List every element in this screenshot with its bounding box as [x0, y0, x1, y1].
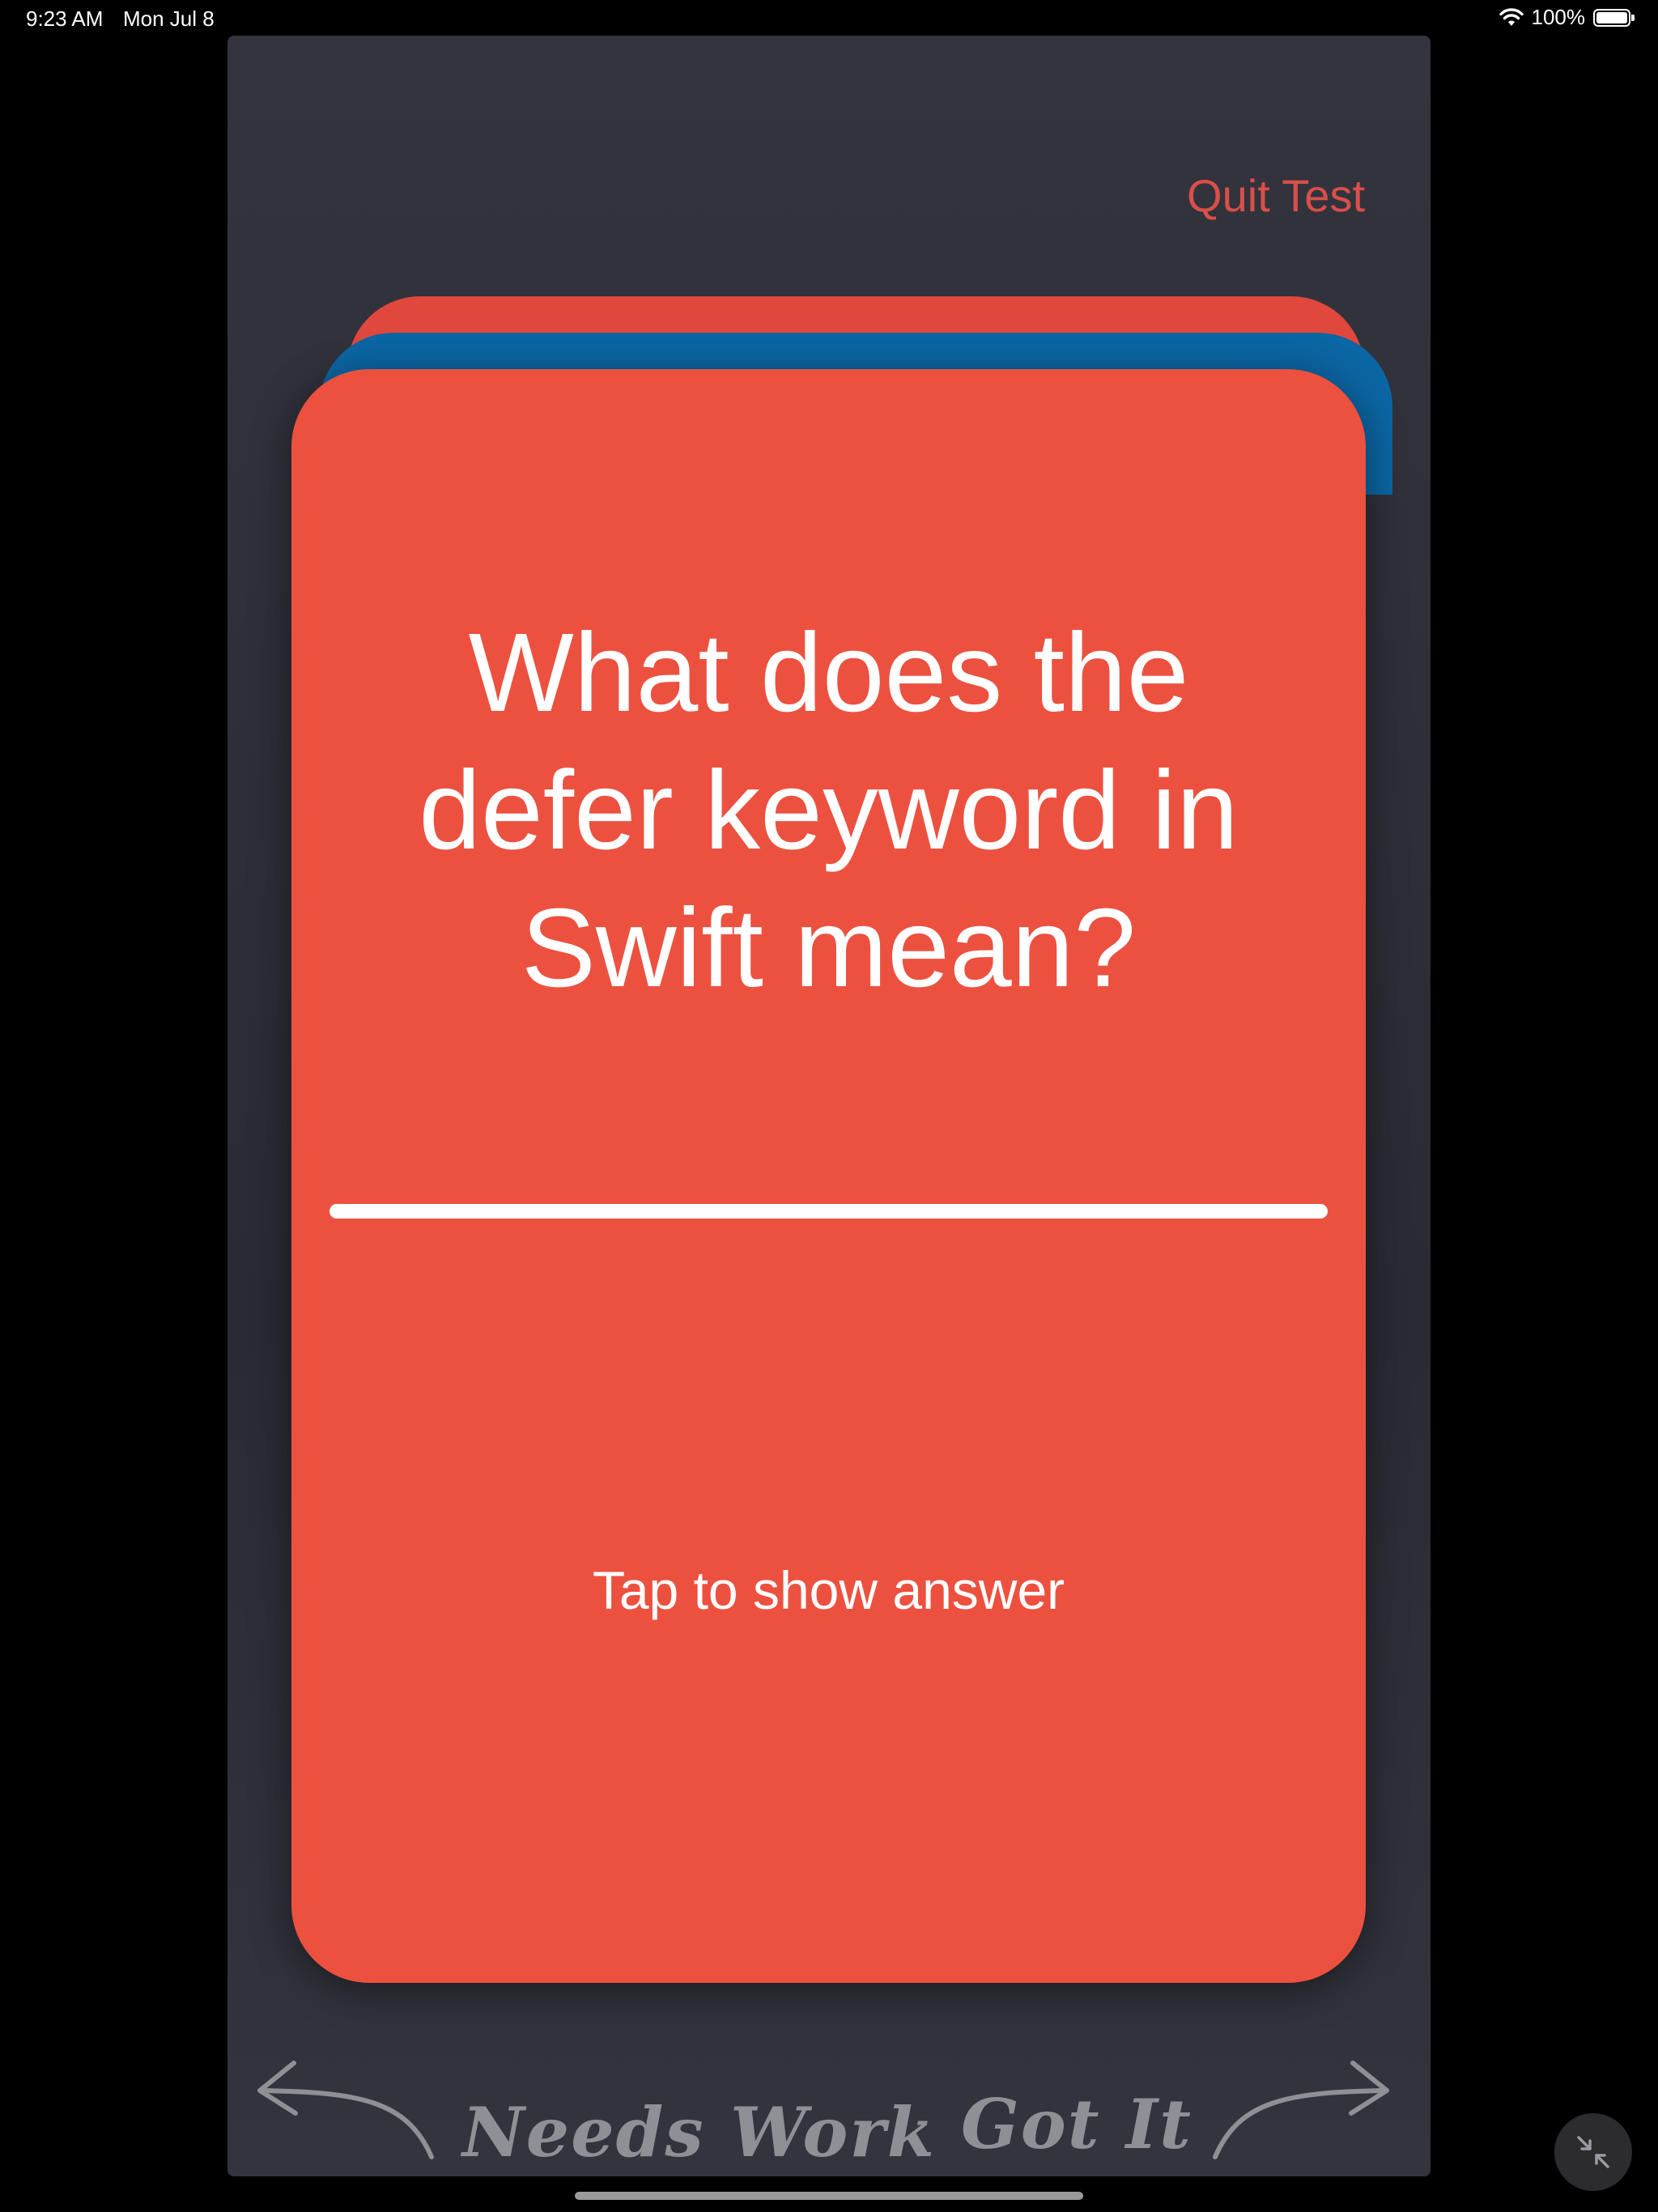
- test-panel: Quit Test What does the defer keyword in…: [227, 36, 1431, 2176]
- status-date: Mon Jul 8: [123, 6, 215, 31]
- quit-test-button[interactable]: Quit Test: [1187, 169, 1365, 222]
- card-divider: [329, 1204, 1328, 1219]
- tap-to-show-answer: Tap to show answer: [592, 1560, 1065, 1620]
- home-indicator[interactable]: [575, 2192, 1083, 2200]
- wifi-icon: [1499, 7, 1524, 26]
- got-it-label: Got It: [961, 2084, 1192, 2164]
- status-bar: 9:23 AM Mon Jul 8 100%: [0, 0, 1658, 39]
- collapse-arrows-icon: [1577, 2136, 1609, 2168]
- flashcard[interactable]: What does the defer keyword in Swift mea…: [291, 369, 1366, 1983]
- needs-work-label: Needs Work: [462, 2092, 936, 2172]
- curved-arrow-right-icon: [1213, 2061, 1389, 2159]
- battery-icon: [1593, 8, 1635, 27]
- card-question: What does the defer keyword in Swift mea…: [419, 610, 1239, 1010]
- battery-percent: 100%: [1531, 5, 1586, 29]
- curved-arrow-left-icon: [257, 2061, 434, 2159]
- status-time: 9:23 AM: [26, 6, 104, 31]
- collapse-button[interactable]: [1554, 2113, 1632, 2191]
- swipe-hints: Needs Work Got It: [227, 2027, 1431, 2173]
- status-indicators: 100%: [1499, 5, 1635, 30]
